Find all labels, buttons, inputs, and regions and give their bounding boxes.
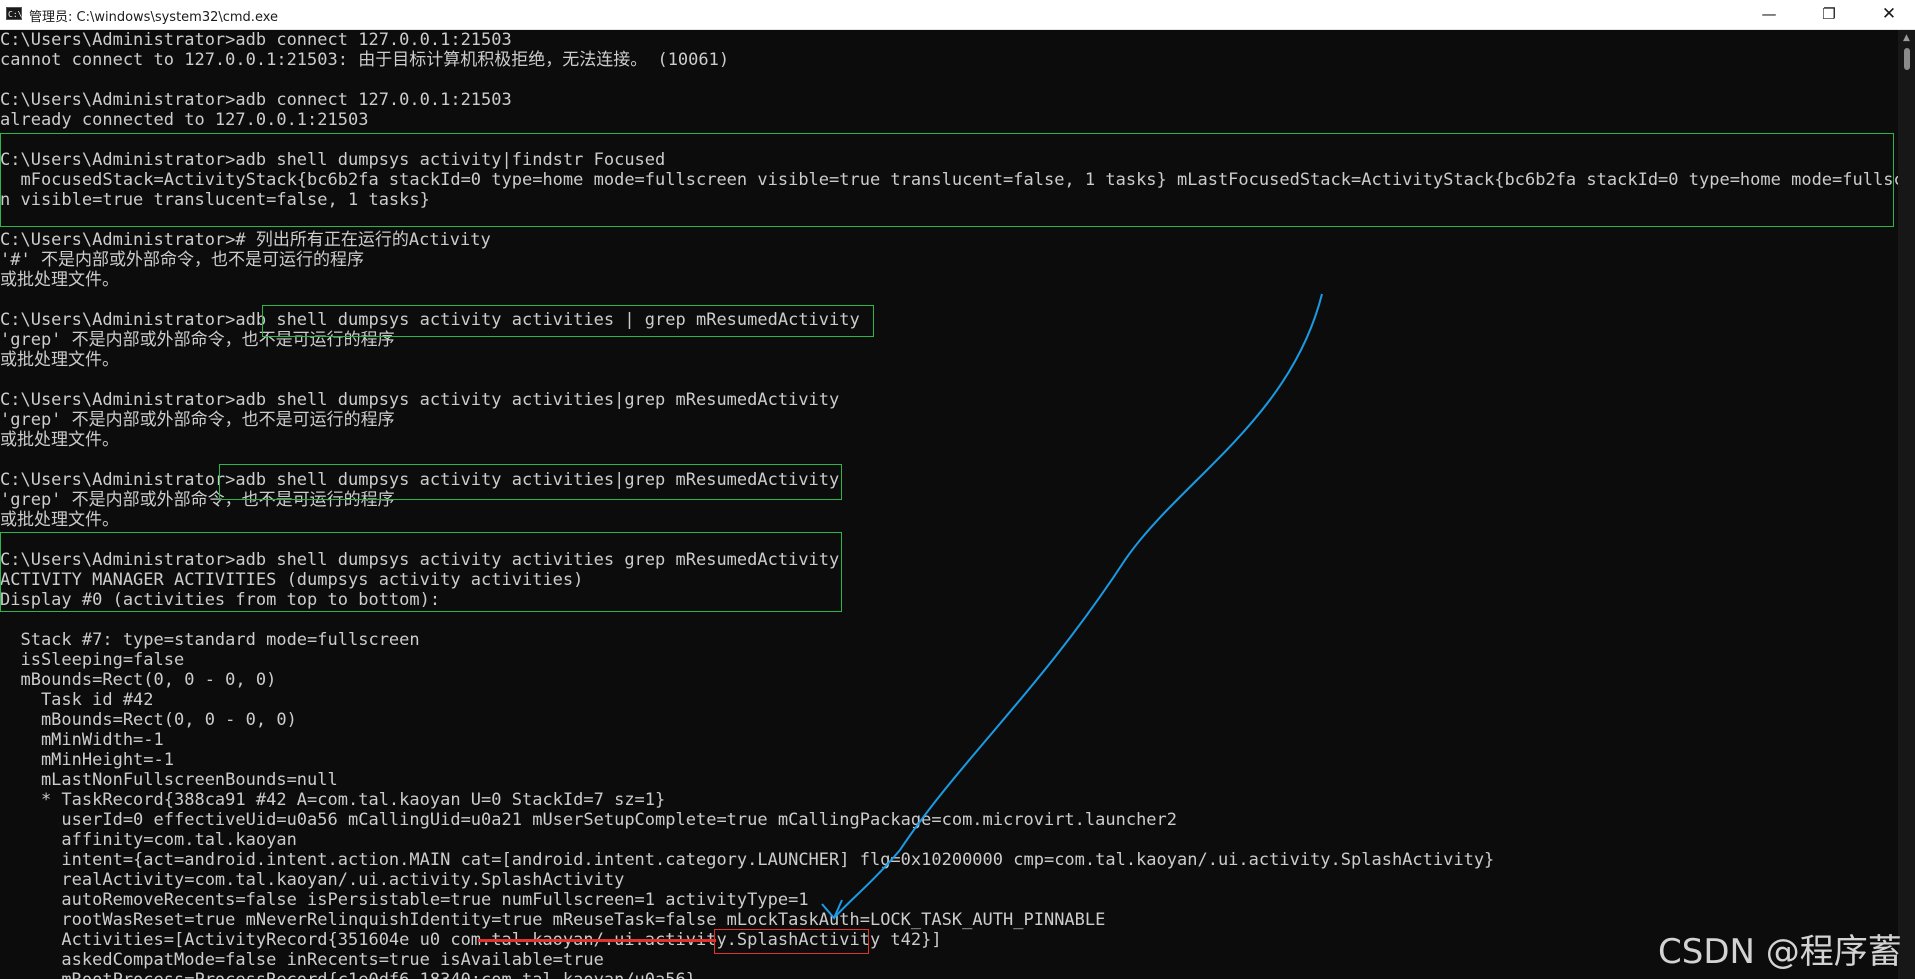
console-line: 或批处理文件。	[0, 430, 119, 450]
cmd-icon: C:\	[6, 7, 22, 20]
console-line: C:\Users\Administrator>adb shell dumpsys…	[0, 390, 840, 410]
highlight-findstr-command	[0, 133, 1894, 227]
console-line: intent={act=android.intent.action.MAIN c…	[0, 850, 1495, 870]
console-line: isSleeping=false	[0, 650, 185, 670]
console-line: C:\Users\Administrator># 列出所有正在运行的Activi…	[0, 230, 491, 250]
console-line: mBounds=Rect(0, 0 - 0, 0)	[0, 670, 277, 690]
console-line: Task id #42	[0, 690, 154, 710]
highlight-splash-activity	[714, 929, 869, 954]
highlight-grep-command-1	[262, 305, 874, 337]
strikethrough-mark	[478, 939, 716, 942]
console-line: mLastNonFullscreenBounds=null	[0, 770, 338, 790]
maximize-button[interactable]: ❐	[1799, 0, 1859, 29]
console-line: * TaskRecord{388ca91 #42 A=com.tal.kaoya…	[0, 790, 666, 810]
minimize-button[interactable]: —	[1739, 0, 1799, 29]
console-line: 或批处理文件。	[0, 510, 119, 530]
window-title: 管理员: C:\windows\system32\cmd.exe	[29, 10, 278, 25]
scrollbar-thumb[interactable]	[1904, 48, 1910, 70]
scroll-up-arrow-icon[interactable]: ▲	[1900, 31, 1913, 45]
console-line: mMinHeight=-1	[0, 750, 174, 770]
console-line: C:\Users\Administrator>adb connect 127.0…	[0, 90, 512, 110]
console-line: already connected to 127.0.0.1:21503	[0, 110, 369, 130]
highlight-grep-command-2	[219, 464, 842, 500]
title-bar[interactable]: C:\ 管理员: C:\windows\system32\cmd.exe — ❐…	[0, 0, 1915, 30]
cmd-window: C:\ 管理员: C:\windows\system32\cmd.exe — ❐…	[0, 0, 1915, 979]
console-line: mMinWidth=-1	[0, 730, 164, 750]
console-line: 或批处理文件。	[0, 350, 119, 370]
highlight-activities-output	[0, 532, 842, 612]
console-line: Stack #7: type=standard mode=fullscreen	[0, 630, 420, 650]
console-line: autoRemoveRecents=false isPersistable=tr…	[0, 890, 809, 910]
console-line: realActivity=com.tal.kaoyan/.ui.activity…	[0, 870, 625, 890]
console-line: 'grep' 不是内部或外部命令，也不是可运行的程序	[0, 410, 395, 430]
vertical-scrollbar[interactable]	[1898, 30, 1915, 979]
console-line: 或批处理文件。	[0, 270, 119, 290]
console-line: mRootProcess=ProcessRecord{c1e0df6 18340…	[0, 970, 1898, 979]
csdn-watermark: CSDN @程序蓄	[1658, 932, 1902, 972]
console-line: askedCompatMode=false inRecents=true isA…	[0, 950, 604, 970]
console-line: cannot connect to 127.0.0.1:21503: 由于目标计…	[0, 50, 730, 70]
console-line: C:\Users\Administrator>adb connect 127.0…	[0, 30, 512, 50]
console-line: mBounds=Rect(0, 0 - 0, 0)	[0, 710, 297, 730]
console-line: Activities=[ActivityRecord{351604e u0 co…	[0, 930, 942, 950]
close-button[interactable]: ✕	[1859, 0, 1915, 29]
console-line: '#' 不是内部或外部命令，也不是可运行的程序	[0, 250, 364, 270]
console-line: userId=0 effectiveUid=u0a56 mCallingUid=…	[0, 810, 1178, 830]
console-line: affinity=com.tal.kaoyan	[0, 830, 297, 850]
console-line: rootWasReset=true mNeverRelinquishIdenti…	[0, 910, 1106, 930]
